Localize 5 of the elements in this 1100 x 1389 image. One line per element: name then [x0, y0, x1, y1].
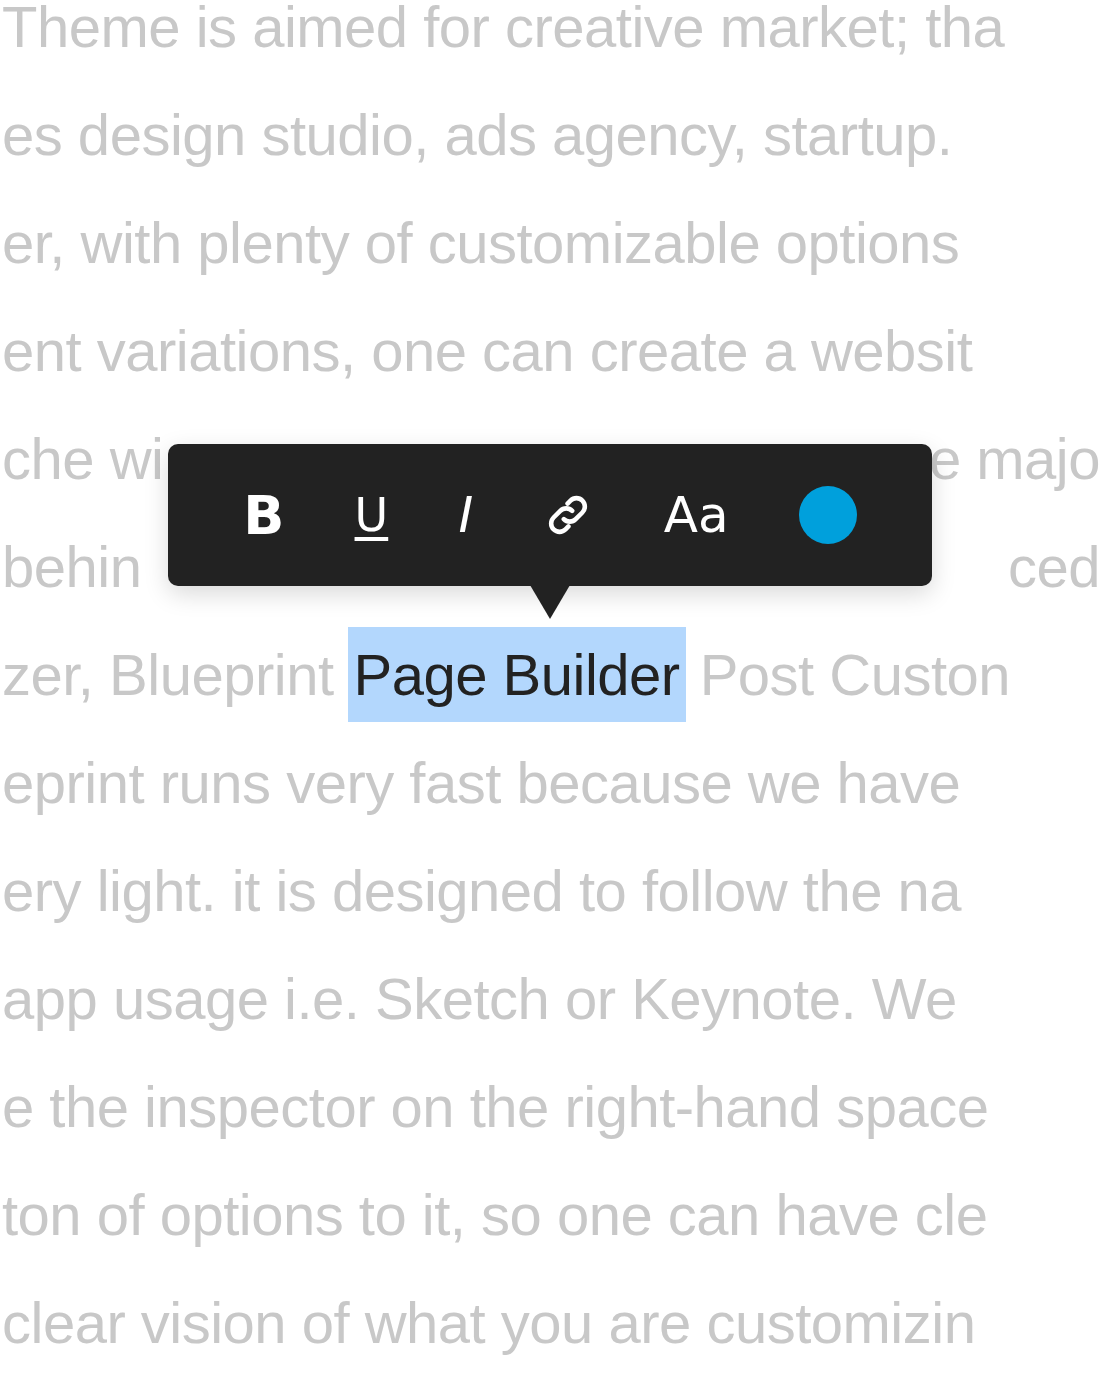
- font-size-button[interactable]: Aa: [653, 480, 739, 550]
- bold-button[interactable]: B: [233, 477, 295, 553]
- italic-button[interactable]: I: [448, 480, 484, 550]
- selected-text: Page Builder: [347, 626, 686, 722]
- underline-button[interactable]: U: [344, 482, 399, 548]
